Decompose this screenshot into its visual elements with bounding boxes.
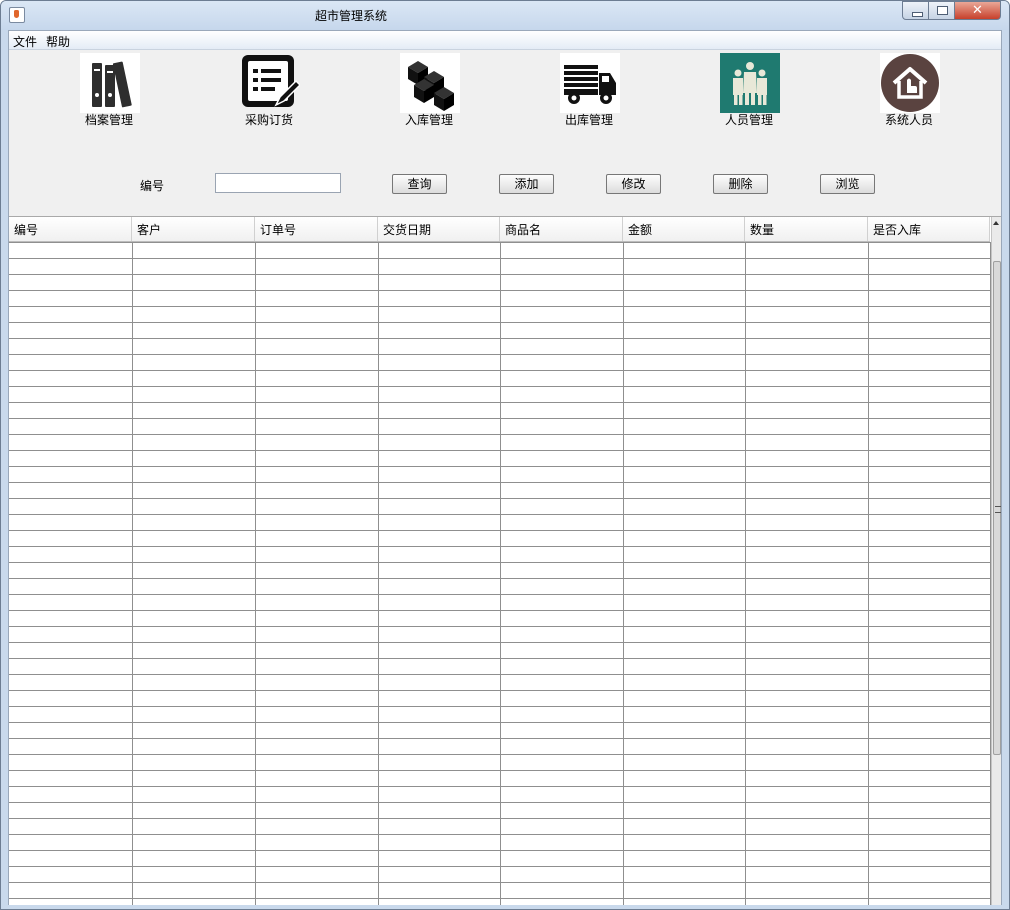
delete-button[interactable]: 删除 (713, 174, 768, 194)
title-bar[interactable]: 超市管理系统 ✕ (1, 1, 1009, 30)
column-header-stocked[interactable]: 是否入库 (868, 217, 990, 241)
app-window: 超市管理系统 ✕ 文件 帮助 档案管理 采购订货 入库管理 出库管理 人员管理 … (0, 0, 1010, 910)
toolbar-label: 人员管理 (724, 113, 773, 127)
binders-icon (80, 53, 140, 113)
add-button[interactable]: 添加 (499, 174, 554, 194)
toolbar-inbound-management[interactable]: 入库管理 (389, 53, 469, 133)
modify-button[interactable]: 修改 (606, 174, 661, 194)
menu-help[interactable]: 帮助 (46, 33, 70, 50)
toolbar-label: 档案管理 (84, 113, 133, 127)
toolbar-system-users[interactable]: 系统人员 (869, 53, 949, 133)
vertical-scrollbar[interactable] (991, 217, 1001, 905)
people-icon (720, 53, 780, 113)
column-header-customer[interactable]: 客户 (132, 217, 255, 241)
truck-icon (560, 53, 620, 113)
id-search-label: 编号 (140, 179, 165, 193)
id-search-input[interactable] (215, 173, 341, 193)
menu-bar: 文件 帮助 (9, 31, 1001, 50)
column-header-amount[interactable]: 金额 (623, 217, 745, 241)
toolbar-label: 采购订货 (244, 113, 293, 127)
close-icon: ✕ (972, 3, 983, 18)
boxes-icon (400, 53, 460, 113)
toolbar-label: 入库管理 (404, 113, 453, 127)
column-header-order-no[interactable]: 订单号 (255, 217, 378, 241)
table-column-line (745, 242, 746, 905)
table-body[interactable] (9, 242, 991, 905)
minimize-button[interactable] (902, 1, 929, 20)
maximize-button[interactable] (928, 1, 955, 20)
scroll-thumb[interactable] (993, 261, 1001, 755)
menu-file[interactable]: 文件 (13, 33, 37, 50)
scroll-up-icon[interactable] (993, 221, 999, 225)
column-header-id[interactable]: 编号 (9, 217, 132, 241)
table-column-line (868, 242, 869, 905)
toolbar-outbound-management[interactable]: 出库管理 (549, 53, 629, 133)
home-hand-icon (880, 53, 940, 113)
table-column-line (255, 242, 256, 905)
table-column-line (378, 242, 379, 905)
order-list-pen-icon (242, 55, 300, 107)
close-button[interactable]: ✕ (954, 1, 1001, 20)
table-column-line (623, 242, 624, 905)
toolbar-staff-management[interactable]: 人员管理 (709, 53, 789, 133)
grip-icon (995, 506, 1001, 513)
table-column-line (500, 242, 501, 905)
window-title: 超市管理系统 (314, 9, 387, 23)
table-column-line (132, 242, 133, 905)
orders-table[interactable]: 编号 客户 订单号 交货日期 商品名 金额 数量 是否入库 (9, 216, 1001, 905)
column-header-product-name[interactable]: 商品名 (500, 217, 623, 241)
toolbar-archive-management[interactable]: 档案管理 (69, 53, 149, 133)
query-button[interactable]: 查询 (392, 174, 447, 194)
column-header-quantity[interactable]: 数量 (745, 217, 868, 241)
toolbar-label: 系统人员 (884, 113, 933, 127)
toolbar-purchase-order[interactable]: 采购订货 (229, 53, 309, 133)
main-panel: 文件 帮助 档案管理 采购订货 入库管理 出库管理 人员管理 系统人员 编号 查… (8, 30, 1002, 905)
browse-button[interactable]: 浏览 (820, 174, 875, 194)
column-header-delivery-date[interactable]: 交货日期 (378, 217, 500, 241)
table-header: 编号 客户 订单号 交货日期 商品名 金额 数量 是否入库 (9, 217, 990, 242)
toolbar-label: 出库管理 (564, 113, 613, 127)
